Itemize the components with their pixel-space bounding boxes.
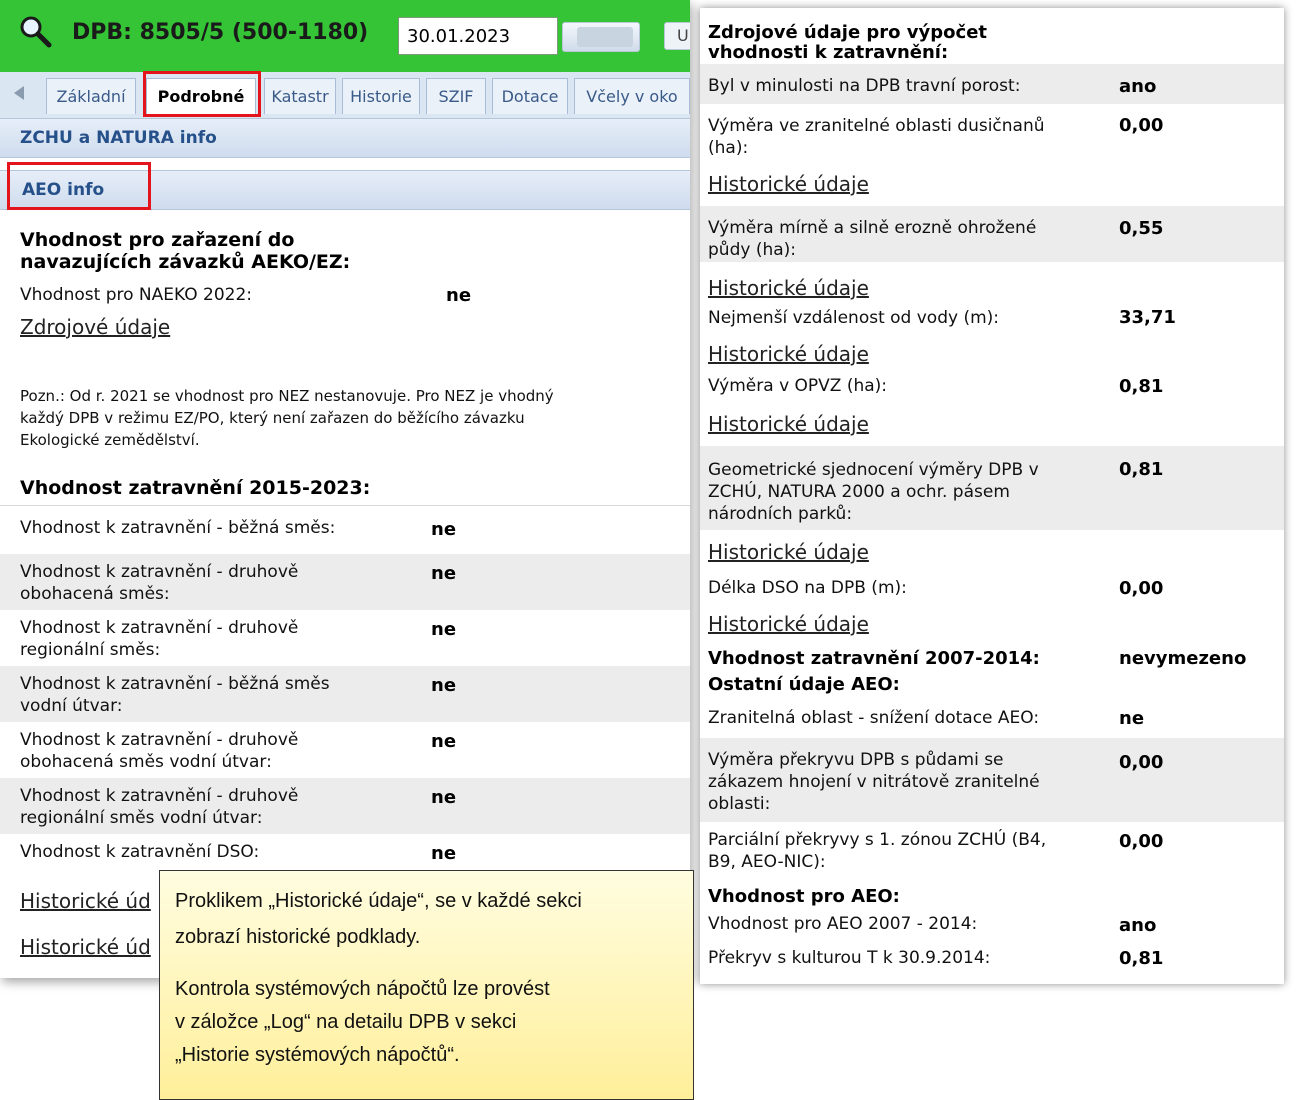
highlight-aeo-info xyxy=(7,162,151,210)
source-row-7-value: 0,00 xyxy=(1119,578,1164,599)
source-row-3-value: 0,55 xyxy=(1119,218,1164,239)
naeko-value: ne xyxy=(446,285,472,306)
note-line-1: Pozn.: Od r. 2021 se vhodnost pro NEZ ne… xyxy=(20,387,554,405)
zatravneni-row-1-label: Vhodnost k zatravnění - běžná směs: xyxy=(20,518,336,538)
zatravneni-row-5-label1: Vhodnost k zatravnění - druhově xyxy=(20,730,299,750)
zatravneni-row-2-label2: obohacená směs: xyxy=(20,584,170,604)
vz-2007-label: Vhodnost zatravnění 2007-2014: xyxy=(708,648,1040,669)
source-title-line2: vhodnosti k zatravnění: xyxy=(708,42,949,63)
zatravneni-row-4-label2: vodní útvar: xyxy=(20,696,123,716)
vz-2007-value: nevymezeno xyxy=(1119,648,1247,669)
zatravneni-row-2-value: ne xyxy=(431,563,457,584)
history-link-r5[interactable]: Historické údaje xyxy=(708,540,869,564)
callout-line-2: zobrazí historické podklady. xyxy=(175,926,421,948)
source-row-11-value: ano xyxy=(1119,915,1157,936)
source-row-7-label: Délka DSO na DPB (m): xyxy=(708,578,907,598)
source-title-line1: Zdrojové údaje pro výpočet xyxy=(708,22,988,43)
source-row-6-label2: ZCHÚ, NATURA 2000 a ochr. pásem xyxy=(708,482,1010,502)
arrow-left-icon[interactable] xyxy=(14,86,24,100)
search-icon[interactable] xyxy=(18,14,52,48)
source-row-1-label: Byl v minulosti na DPB travní porost: xyxy=(708,76,1021,96)
source-row-5-value: 0,81 xyxy=(1119,376,1164,397)
source-row-4-label: Nejmenší vzdálenost od vody (m): xyxy=(708,308,1000,328)
zatravneni-row-6-value: ne xyxy=(431,787,457,808)
tab-dotace[interactable]: Dotace xyxy=(492,78,568,114)
naeko-label: Vhodnost pro NAEKO 2022: xyxy=(20,285,252,305)
zatravneni-row-7-value: ne xyxy=(431,843,457,864)
zatravneni-row-1-value: ne xyxy=(431,519,457,540)
zatravneni-row-3-label2: regionální směs: xyxy=(20,640,161,660)
history-link-r1[interactable]: Historické údaje xyxy=(708,172,869,196)
zatravneni-row-2-label1: Vhodnost k zatravnění - druhově xyxy=(20,562,299,582)
tab-historie[interactable]: Historie xyxy=(342,78,420,114)
zatravneni-row-3-value: ne xyxy=(431,619,457,640)
note-line-2: každý DPB v režimu EZ/PO, který není zař… xyxy=(20,409,525,427)
source-row-4-value: 33,71 xyxy=(1119,307,1176,328)
source-row-8-value: ne xyxy=(1119,708,1145,729)
source-row-10-value: 0,00 xyxy=(1119,831,1164,852)
source-data-panel: Zdrojové údaje pro výpočet vhodnosti k z… xyxy=(700,8,1284,984)
callout-line-5: „Historie systémových nápočtů“. xyxy=(175,1044,460,1066)
source-row-3-label2: půdy (ha): xyxy=(708,240,797,260)
source-row-10-label2: B9, AEO-NIC): xyxy=(708,852,826,872)
help-callout: Proklikem „Historické údaje“, se v každé… xyxy=(159,870,694,1100)
tab-szif[interactable]: SZIF xyxy=(426,78,486,114)
zatravneni-row-3-label1: Vhodnost k zatravnění - druhově xyxy=(20,618,299,638)
source-row-2-label1: Výměra ve zranitelné oblasti dusičnanů xyxy=(708,116,1045,136)
callout-line-4: v záložce „Log“ na detailu DPB v sekci xyxy=(175,1011,517,1033)
source-row-10-label1: Parciální překryvy s 1. zónou ZCHÚ (B4, xyxy=(708,830,1047,850)
source-row-5-label: Výměra v OPVZ (ha): xyxy=(708,376,888,396)
callout-line-3: Kontrola systémových nápočtů lze provést xyxy=(175,978,550,1000)
other-aeo-heading: Ostatní údaje AEO: xyxy=(708,674,900,695)
source-row-12-label: Překryv s kulturou T k 30.9.2014: xyxy=(708,948,991,968)
history-link-r3[interactable]: Historické údaje xyxy=(708,342,869,366)
source-row-9-label1: Výměra překryvu DPB s půdami se xyxy=(708,750,1004,770)
source-row-1-value: ano xyxy=(1119,76,1157,97)
divider xyxy=(0,505,690,506)
history-link-r4[interactable]: Historické údaje xyxy=(708,412,869,436)
zatravneni-row-5-label2: obohacená směs vodní útvar: xyxy=(20,752,272,772)
zatravneni-row-5-value: ne xyxy=(431,731,457,752)
source-row-11-label: Vhodnost pro AEO 2007 - 2014: xyxy=(708,914,978,934)
source-row-6-label1: Geometrické sjednocení výměry DPB v xyxy=(708,460,1039,480)
source-row-2-value: 0,00 xyxy=(1119,115,1164,136)
zatravneni-row-4-value: ne xyxy=(431,675,457,696)
update-button[interactable]: U xyxy=(664,22,690,50)
tab-vcely[interactable]: Včely v oko xyxy=(574,78,690,114)
source-row-9-value: 0,00 xyxy=(1119,752,1164,773)
zatravneni-row-4-label1: Vhodnost k zatravnění - běžná směs xyxy=(20,674,330,694)
dpb-detail-panel: DPB: 8505/5 (500-1180) U Základní Podrob… xyxy=(0,0,690,978)
date-input[interactable] xyxy=(398,17,558,55)
callout-line-1: Proklikem „Historické údaje“, se v každé… xyxy=(175,890,582,912)
history-link-r6[interactable]: Historické údaje xyxy=(708,612,869,636)
tab-zakladni[interactable]: Základní xyxy=(46,78,136,114)
history-link-2[interactable]: Historické úd xyxy=(20,935,151,959)
source-data-link[interactable]: Zdrojové údaje xyxy=(20,315,170,339)
history-link-1[interactable]: Historické úd xyxy=(20,889,151,913)
source-row-9-label2: zákazem hnojení v nitrátově zranitelné xyxy=(708,772,1040,792)
aeo-suitability-heading: Vhodnost pro AEO: xyxy=(708,886,900,907)
source-row-8-label: Zranitelná oblast - snížení dotace AEO: xyxy=(708,708,1040,728)
source-row-3-label1: Výměra mírně a silně erozně ohrožené xyxy=(708,218,1037,238)
source-row-6-value: 0,81 xyxy=(1119,459,1164,480)
zatravneni-row-6-label1: Vhodnost k zatravnění - druhově xyxy=(20,786,299,806)
tab-katastr[interactable]: Katastr xyxy=(264,78,336,114)
note-line-3: Ekologické zemědělství. xyxy=(20,431,200,449)
zatravneni-row-7-label: Vhodnost k zatravnění DSO: xyxy=(20,842,260,862)
source-row-12-value: 0,81 xyxy=(1119,948,1164,969)
calendar-button[interactable] xyxy=(562,22,640,52)
source-row-9-label3: oblasti: xyxy=(708,794,771,814)
zchu-section-label[interactable]: ZCHU a NATURA info xyxy=(20,128,217,148)
history-link-r2[interactable]: Historické údaje xyxy=(708,276,869,300)
source-row-6-label3: národních parků: xyxy=(708,504,853,524)
heading-zatravneni: Vhodnost zatravnění 2015-2023: xyxy=(20,477,371,499)
zatravneni-row-6-label2: regionální směs vodní útvar: xyxy=(20,808,263,828)
source-row-2-label2: (ha): xyxy=(708,138,749,158)
dpb-title: DPB: 8505/5 (500-1180) xyxy=(72,20,369,45)
highlight-podrobne xyxy=(143,71,261,117)
heading-aeko-line1: Vhodnost pro zařazení do xyxy=(20,229,295,251)
heading-aeko-line2: navazujících závazků AEKO/EZ: xyxy=(20,251,351,273)
